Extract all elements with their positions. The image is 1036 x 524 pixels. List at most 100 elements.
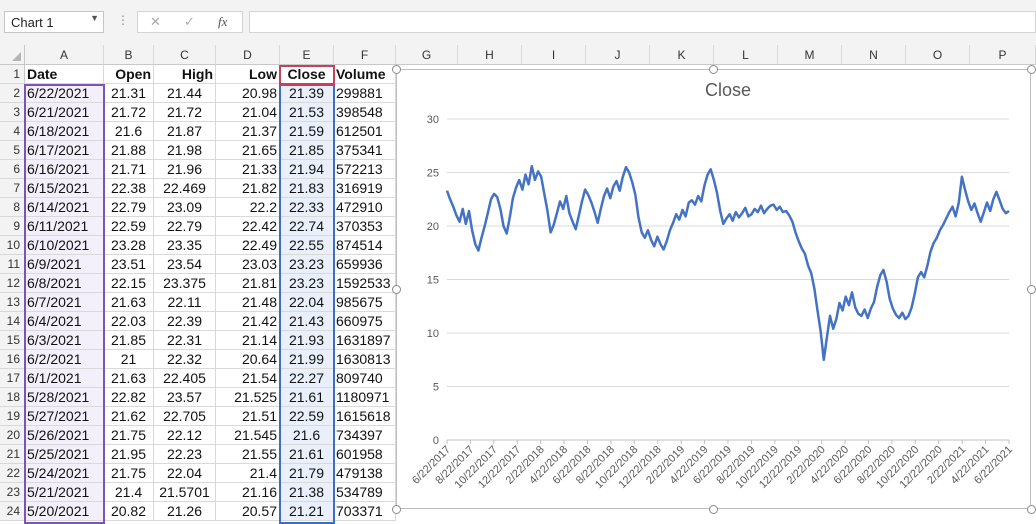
- table-cell[interactable]: 809740: [334, 369, 396, 388]
- table-cell[interactable]: 22.74: [280, 217, 334, 236]
- enter-icon[interactable]: ✓: [184, 14, 195, 30]
- header-cell-b[interactable]: Open: [104, 65, 154, 84]
- table-cell[interactable]: 21.6: [104, 122, 154, 141]
- resize-handle[interactable]: [392, 285, 401, 294]
- table-cell[interactable]: 21.62: [104, 407, 154, 426]
- row-header-17[interactable]: 17: [0, 369, 25, 388]
- table-cell[interactable]: 21.61: [280, 445, 334, 464]
- table-cell[interactable]: 21.4: [216, 464, 280, 483]
- table-cell[interactable]: 22.11: [154, 293, 216, 312]
- column-header-k[interactable]: K: [650, 45, 714, 65]
- column-header-b[interactable]: B: [104, 45, 154, 65]
- resize-handle[interactable]: [1027, 65, 1036, 74]
- table-cell[interactable]: 21.85: [104, 331, 154, 350]
- table-cell[interactable]: 612501: [334, 122, 396, 141]
- table-cell[interactable]: 23.28: [104, 236, 154, 255]
- table-cell[interactable]: 6/21/2021: [25, 103, 104, 122]
- table-cell[interactable]: 874514: [334, 236, 396, 255]
- table-cell[interactable]: 6/4/2021: [25, 312, 104, 331]
- table-cell[interactable]: 5/20/2021: [25, 502, 104, 521]
- table-cell[interactable]: 22.49: [216, 236, 280, 255]
- table-cell[interactable]: 22.2: [216, 198, 280, 217]
- table-cell[interactable]: 6/14/2021: [25, 198, 104, 217]
- name-box[interactable]: Chart 1 ▼: [4, 11, 104, 33]
- formula-input[interactable]: [249, 11, 1036, 33]
- table-cell[interactable]: 21.39: [280, 84, 334, 103]
- table-cell[interactable]: 22.15: [104, 274, 154, 293]
- row-header-2[interactable]: 2: [0, 84, 25, 103]
- table-cell[interactable]: 22.42: [216, 217, 280, 236]
- column-header-d[interactable]: D: [216, 45, 280, 65]
- table-cell[interactable]: 21.93: [280, 331, 334, 350]
- table-cell[interactable]: 21.75: [104, 426, 154, 445]
- table-cell[interactable]: 5/21/2021: [25, 483, 104, 502]
- table-cell[interactable]: 20.57: [216, 502, 280, 521]
- row-header-13[interactable]: 13: [0, 293, 25, 312]
- header-cell-d[interactable]: Low: [216, 65, 280, 84]
- table-cell[interactable]: 22.405: [154, 369, 216, 388]
- table-cell[interactable]: 5/24/2021: [25, 464, 104, 483]
- table-cell[interactable]: 398548: [334, 103, 396, 122]
- table-cell[interactable]: 21.545: [216, 426, 280, 445]
- table-cell[interactable]: 22.39: [154, 312, 216, 331]
- table-cell[interactable]: 5/25/2021: [25, 445, 104, 464]
- header-cell-e[interactable]: Close: [280, 65, 334, 84]
- row-header-19[interactable]: 19: [0, 407, 25, 426]
- table-cell[interactable]: 21.59: [280, 122, 334, 141]
- column-header-m[interactable]: M: [778, 45, 842, 65]
- table-cell[interactable]: 21: [104, 350, 154, 369]
- table-cell[interactable]: 21.33: [216, 160, 280, 179]
- row-header-22[interactable]: 22: [0, 464, 25, 483]
- resize-handle[interactable]: [392, 505, 401, 514]
- row-header-12[interactable]: 12: [0, 274, 25, 293]
- resize-handle[interactable]: [1027, 285, 1036, 294]
- table-cell[interactable]: 21.31: [104, 84, 154, 103]
- table-cell[interactable]: 21.99: [280, 350, 334, 369]
- column-header-n[interactable]: N: [842, 45, 906, 65]
- table-cell[interactable]: 5/27/2021: [25, 407, 104, 426]
- column-header-j[interactable]: J: [586, 45, 650, 65]
- table-cell[interactable]: 21.81: [216, 274, 280, 293]
- row-header-21[interactable]: 21: [0, 445, 25, 464]
- table-cell[interactable]: 6/22/2021: [25, 84, 104, 103]
- table-cell[interactable]: 6/11/2021: [25, 217, 104, 236]
- table-cell[interactable]: 21.72: [104, 103, 154, 122]
- table-cell[interactable]: 23.57: [154, 388, 216, 407]
- table-cell[interactable]: 601958: [334, 445, 396, 464]
- table-cell[interactable]: 22.04: [280, 293, 334, 312]
- table-cell[interactable]: 5/26/2021: [25, 426, 104, 445]
- table-cell[interactable]: 22.27: [280, 369, 334, 388]
- table-cell[interactable]: 21.87: [154, 122, 216, 141]
- table-cell[interactable]: 21.61: [280, 388, 334, 407]
- table-cell[interactable]: 22.31: [154, 331, 216, 350]
- row-header-11[interactable]: 11: [0, 255, 25, 274]
- cancel-icon[interactable]: ✕: [150, 14, 161, 30]
- column-header-p[interactable]: P: [970, 45, 1036, 65]
- table-cell[interactable]: 534789: [334, 483, 396, 502]
- table-cell[interactable]: 6/15/2021: [25, 179, 104, 198]
- column-header-f[interactable]: F: [334, 45, 396, 65]
- table-cell[interactable]: 6/9/2021: [25, 255, 104, 274]
- table-cell[interactable]: 659936: [334, 255, 396, 274]
- row-header-16[interactable]: 16: [0, 350, 25, 369]
- table-cell[interactable]: 20.98: [216, 84, 280, 103]
- table-cell[interactable]: 21.26: [154, 502, 216, 521]
- table-cell[interactable]: 479138: [334, 464, 396, 483]
- table-cell[interactable]: 20.82: [104, 502, 154, 521]
- table-cell[interactable]: 370353: [334, 217, 396, 236]
- table-cell[interactable]: 1615618: [334, 407, 396, 426]
- row-header-10[interactable]: 10: [0, 236, 25, 255]
- column-header-i[interactable]: I: [522, 45, 586, 65]
- table-cell[interactable]: 6/1/2021: [25, 369, 104, 388]
- table-cell[interactable]: 6/18/2021: [25, 122, 104, 141]
- header-cell-a[interactable]: Date: [25, 65, 104, 84]
- table-cell[interactable]: 21.51: [216, 407, 280, 426]
- table-cell[interactable]: 22.33: [280, 198, 334, 217]
- row-header-9[interactable]: 9: [0, 217, 25, 236]
- table-cell[interactable]: 21.48: [216, 293, 280, 312]
- table-cell[interactable]: 21.525: [216, 388, 280, 407]
- table-cell[interactable]: 22.79: [104, 198, 154, 217]
- table-cell[interactable]: 23.23: [280, 255, 334, 274]
- table-cell[interactable]: 22.705: [154, 407, 216, 426]
- table-cell[interactable]: 6/7/2021: [25, 293, 104, 312]
